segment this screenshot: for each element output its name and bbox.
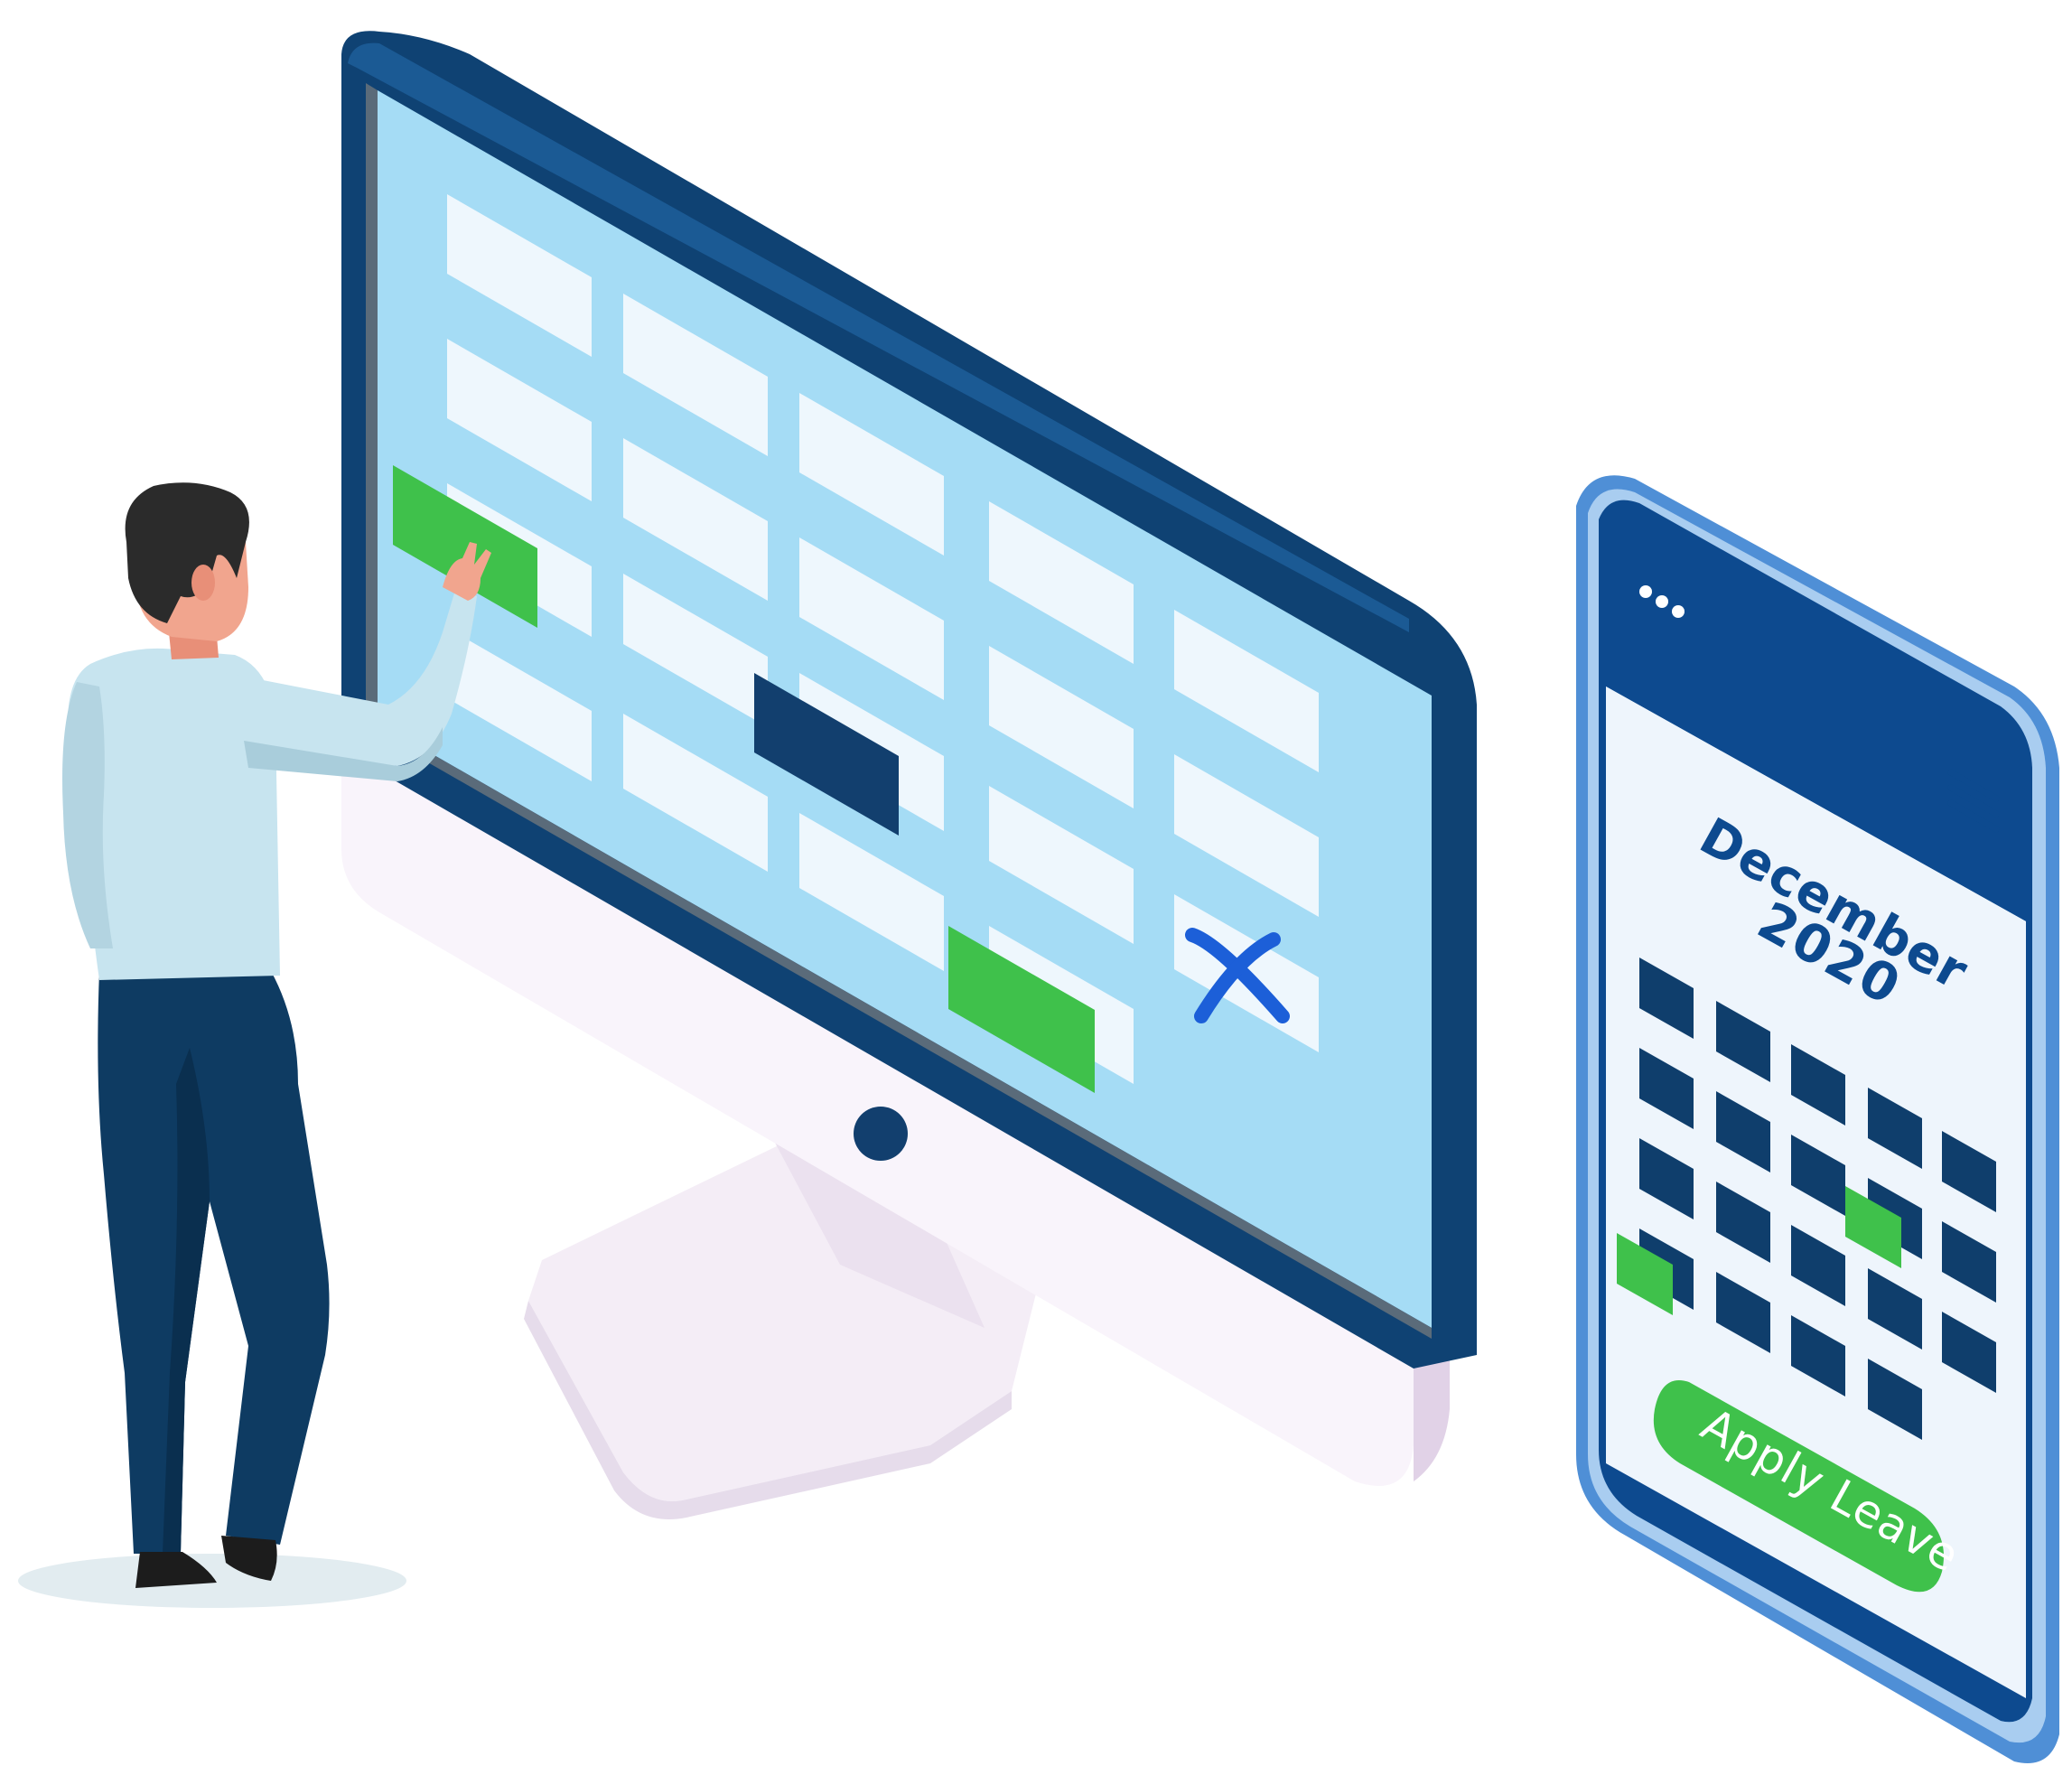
person-ear (191, 565, 215, 601)
mobile-phone: December 2020 Apply Leave (1576, 475, 2059, 1763)
monitor-power-button[interactable] (854, 1107, 908, 1161)
desktop-monitor (341, 31, 1477, 1519)
leave-management-illustration: December 2020 Apply Leave (18, 31, 2059, 1763)
person-trousers (98, 971, 330, 1554)
monitor-screen-left-edge (366, 83, 378, 723)
